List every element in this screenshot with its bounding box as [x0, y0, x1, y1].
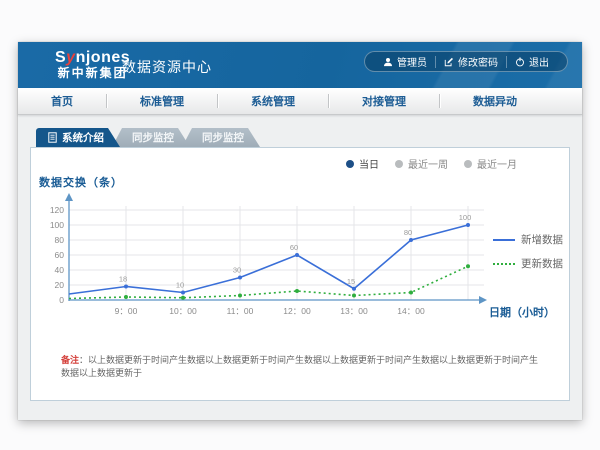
logout-label: 退出	[529, 54, 549, 69]
user-icon	[383, 57, 393, 67]
chart-panel: 当日 最近一周 最近一月 数据交换（条） 0 20 40 60 80 100 120 9：00…	[30, 147, 570, 401]
footnote: 备注：以上数据更新于时间产生数据以上数据更新于时间产生数据以上数据更新于时间产生…	[61, 354, 541, 380]
svg-text:40: 40	[55, 265, 65, 275]
edit-icon	[444, 57, 454, 67]
legend-line-sample-solid	[493, 239, 515, 241]
svg-text:18: 18	[119, 275, 127, 284]
svg-text:120: 120	[50, 205, 64, 215]
radio-last-month[interactable]: 最近一月	[464, 156, 517, 171]
radio-label: 当日	[359, 156, 379, 171]
svg-text:13：00: 13：00	[340, 306, 368, 316]
legend-label: 更新数据	[521, 256, 563, 271]
radio-last-week[interactable]: 最近一周	[395, 156, 448, 171]
radio-label: 最近一月	[477, 156, 517, 171]
exchange-line-chart: 0 20 40 60 80 100 120 9：00 10：00 11：00 12：00 13：00 1…	[46, 190, 491, 326]
tab-label: 同步监控	[202, 130, 244, 145]
y-axis-title: 数据交换（条）	[39, 174, 123, 190]
legend-label: 新增数据	[521, 232, 563, 247]
legend-item-new-data: 新增数据	[493, 232, 569, 247]
svg-text:60: 60	[55, 250, 65, 260]
legend-item-updated-data: 更新数据	[493, 256, 569, 271]
radio-label: 最近一周	[408, 156, 448, 171]
tab-bar: 系统介绍 同步监控 同步监控	[36, 128, 260, 147]
svg-text:60: 60	[290, 243, 298, 252]
svg-text:100: 100	[50, 220, 64, 230]
document-icon	[48, 132, 57, 143]
footnote-text: ：以上数据更新于时间产生数据以上数据更新于时间产生数据以上数据更新于时间产生数据…	[61, 355, 538, 378]
svg-text:12：00: 12：00	[283, 306, 311, 316]
power-icon	[515, 57, 525, 67]
nav-item-system-mgmt[interactable]: 系统管理	[218, 93, 328, 109]
time-range-filter: 当日 最近一周 最近一月	[346, 156, 517, 171]
current-user-label: 管理员	[397, 54, 427, 69]
tab-label: 系统介绍	[62, 130, 104, 145]
radio-today[interactable]: 当日	[346, 156, 379, 171]
svg-text:11：00: 11：00	[227, 306, 254, 316]
content-area: 系统介绍 同步监控 同步监控 当日 最近一周	[18, 115, 582, 419]
tab-label: 同步监控	[132, 130, 174, 145]
svg-text:20: 20	[55, 280, 65, 290]
svg-text:0: 0	[59, 295, 64, 305]
tab-sync-monitor-1[interactable]: 同步监控	[112, 128, 190, 147]
svg-text:15: 15	[347, 277, 355, 286]
tab-system-intro[interactable]: 系统介绍	[36, 128, 120, 147]
svg-text:100: 100	[459, 213, 472, 222]
change-password-button[interactable]: 修改密码	[436, 54, 506, 69]
nav-item-data-change[interactable]: 数据异动	[440, 93, 550, 109]
svg-text:80: 80	[55, 235, 65, 245]
change-password-label: 修改密码	[458, 54, 498, 69]
radio-dot	[464, 160, 472, 168]
user-menu: 管理员 修改密码 退出	[364, 51, 568, 72]
svg-text:10: 10	[176, 281, 184, 290]
brand-logo: Synjones 新中新集团	[55, 49, 130, 80]
chart-legend: 新增数据 更新数据	[493, 232, 569, 280]
page-title: 数据资源中心	[122, 57, 212, 77]
app-window: Synjones 新中新集团 数据资源中心 管理员 修改密码 退出 首页 标准管…	[18, 42, 582, 420]
nav-item-interface-mgmt[interactable]: 对接管理	[329, 93, 439, 109]
logout-button[interactable]: 退出	[507, 54, 557, 69]
svg-text:9：00: 9：00	[115, 306, 138, 316]
brand-logo-accent: y	[66, 49, 75, 66]
tab-sync-monitor-2[interactable]: 同步监控	[182, 128, 260, 147]
legend-line-sample-dotted	[493, 263, 515, 265]
svg-text:10：00: 10：00	[169, 306, 197, 316]
brand-logo-latin: Synjones	[55, 49, 130, 66]
svg-text:30: 30	[233, 266, 241, 275]
radio-dot	[395, 160, 403, 168]
nav-item-home[interactable]: 首页	[18, 93, 106, 109]
nav-item-standard-mgmt[interactable]: 标准管理	[107, 93, 217, 109]
svg-text:80: 80	[404, 228, 412, 237]
footnote-label: 备注	[61, 355, 79, 365]
svg-text:14：00: 14：00	[397, 306, 425, 316]
current-user-button[interactable]: 管理员	[375, 54, 435, 69]
brand-logo-chinese: 新中新集团	[55, 66, 130, 80]
app-header: Synjones 新中新集团 数据资源中心 管理员 修改密码 退出	[18, 42, 582, 88]
main-nav: 首页 标准管理 系统管理 对接管理 数据异动	[18, 88, 582, 115]
radio-dot	[346, 160, 354, 168]
x-axis-title: 日期（小时）	[489, 304, 555, 320]
